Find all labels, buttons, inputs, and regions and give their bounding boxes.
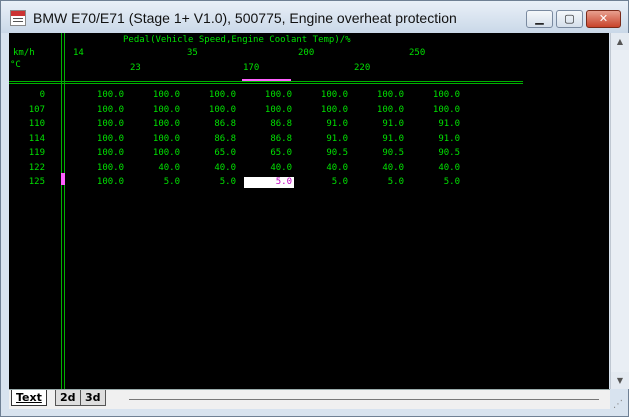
minimize-icon: ▁ [535,12,544,25]
table-cell[interactable]: 100.0 [292,90,348,101]
speed-header: 14 [73,48,84,58]
header-divider [9,83,523,84]
scroll-up-button[interactable]: ▲ [611,33,629,50]
table-cell[interactable]: 100.0 [124,105,180,116]
table-cell[interactable]: 91.0 [348,119,404,130]
table-cell[interactable]: 86.8 [236,134,292,145]
app-icon[interactable] [10,10,26,26]
table-cell[interactable]: 100.0 [124,119,180,130]
maximize-button[interactable]: ▢ [556,10,583,28]
table-cell[interactable]: 100.0 [292,105,348,116]
table-cell[interactable]: 86.8 [180,119,236,130]
label-divider [64,33,65,389]
table-cell[interactable]: 100.0 [68,177,124,188]
maximize-icon: ▢ [564,12,575,25]
table-cell[interactable]: 91.0 [292,134,348,145]
chevron-down-icon: ▼ [616,376,624,385]
table-cell[interactable]: 100.0 [68,119,124,130]
table-cell[interactable]: 5.0 [124,177,180,188]
close-icon: ✕ [598,12,609,25]
speed-header: 35 [187,48,198,58]
table-cell[interactable]: 5.0 [404,177,460,188]
table-cell[interactable]: 91.0 [404,134,460,145]
table-cell[interactable]: 100.0 [236,90,292,101]
col-axis-unit: °C [10,60,21,70]
selected-row-marker [61,173,65,185]
app-window: BMW E70/E71 (Stage 1+ V1.0), 500775, Eng… [0,0,629,417]
temp-header: 170 [243,63,260,73]
row-axis-unit: km/h [13,48,35,58]
table-cell[interactable]: 91.0 [348,134,404,145]
temp-header: 220 [354,63,371,73]
tab-3d[interactable]: 3d [80,390,106,406]
table-cell[interactable]: 90.5 [348,148,404,159]
tab-text[interactable]: Text [11,390,47,406]
speed-header: 200 [298,48,315,58]
table-cell[interactable]: 100.0 [68,134,124,145]
row-label: 107 [28,105,45,115]
table-cell[interactable]: 91.0 [404,119,460,130]
table-cell[interactable]: 100.0 [180,90,236,101]
minimize-button[interactable]: ▁ [526,10,553,28]
table-cell[interactable]: 5.0 [180,177,236,188]
scroll-down-button[interactable]: ▼ [611,372,629,389]
table-cell[interactable]: 90.5 [292,148,348,159]
table-cell[interactable]: 40.0 [124,163,180,174]
table-cell[interactable]: 100.0 [68,148,124,159]
table-cell[interactable]: 40.0 [348,163,404,174]
horizontal-scrollbar[interactable] [129,399,599,400]
table-cell[interactable]: 65.0 [236,148,292,159]
table-cell[interactable]: 100.0 [124,148,180,159]
table-cell[interactable]: 100.0 [68,105,124,116]
table-cell[interactable]: 100.0 [68,163,124,174]
window-title: BMW E70/E71 (Stage 1+ V1.0), 500775, Eng… [33,10,457,26]
table-cell[interactable]: 90.5 [404,148,460,159]
table-cell[interactable]: 100.0 [404,90,460,101]
table-cell[interactable]: 100.0 [180,105,236,116]
row-label: 110 [28,119,45,129]
table-cell[interactable]: 91.0 [292,119,348,130]
table-cell[interactable]: 40.0 [404,163,460,174]
table-cell[interactable]: 100.0 [68,90,124,101]
table-cell[interactable]: 100.0 [348,90,404,101]
tab-2d[interactable]: 2d [55,390,81,406]
map-table-view[interactable]: Pedal(Vehicle Speed,Engine Coolant Temp)… [9,33,609,389]
table-cell[interactable]: 100.0 [236,105,292,116]
header-divider [9,81,523,82]
view-tab-bar: Text 2d 3d [9,389,610,409]
row-label: 122 [28,163,45,173]
table-cell[interactable]: 40.0 [236,163,292,174]
chevron-up-icon: ▲ [616,37,624,46]
temp-header: 23 [130,63,141,73]
row-label: 0 [39,90,45,100]
row-label: 125 [28,177,45,187]
table-cell[interactable]: 65.0 [180,148,236,159]
table-cell[interactable]: 100.0 [124,134,180,145]
row-label: 114 [28,134,45,144]
row-label: 119 [28,148,45,158]
title-bar[interactable]: BMW E70/E71 (Stage 1+ V1.0), 500775, Eng… [1,1,628,33]
speed-header: 250 [409,48,426,58]
vertical-scrollbar[interactable]: ▲ ▼ [610,33,629,389]
label-divider [61,33,62,389]
table-cell[interactable]: 5.0 [348,177,404,188]
table-cell[interactable]: 86.8 [236,119,292,130]
table-cell[interactable]: 40.0 [292,163,348,174]
close-button[interactable]: ✕ [586,10,621,28]
table-cell[interactable]: 40.0 [180,163,236,174]
table-cell[interactable]: 86.8 [180,134,236,145]
selected-table-cell[interactable]: 5.0 [244,177,294,188]
resize-grip-icon[interactable]: ⋰ [613,399,627,413]
table-cell[interactable]: 5.0 [292,177,348,188]
table-cell[interactable]: 100.0 [348,105,404,116]
table-cell[interactable]: 100.0 [404,105,460,116]
table-cell[interactable]: 100.0 [124,90,180,101]
table-header-title: Pedal(Vehicle Speed,Engine Coolant Temp)… [123,35,351,45]
